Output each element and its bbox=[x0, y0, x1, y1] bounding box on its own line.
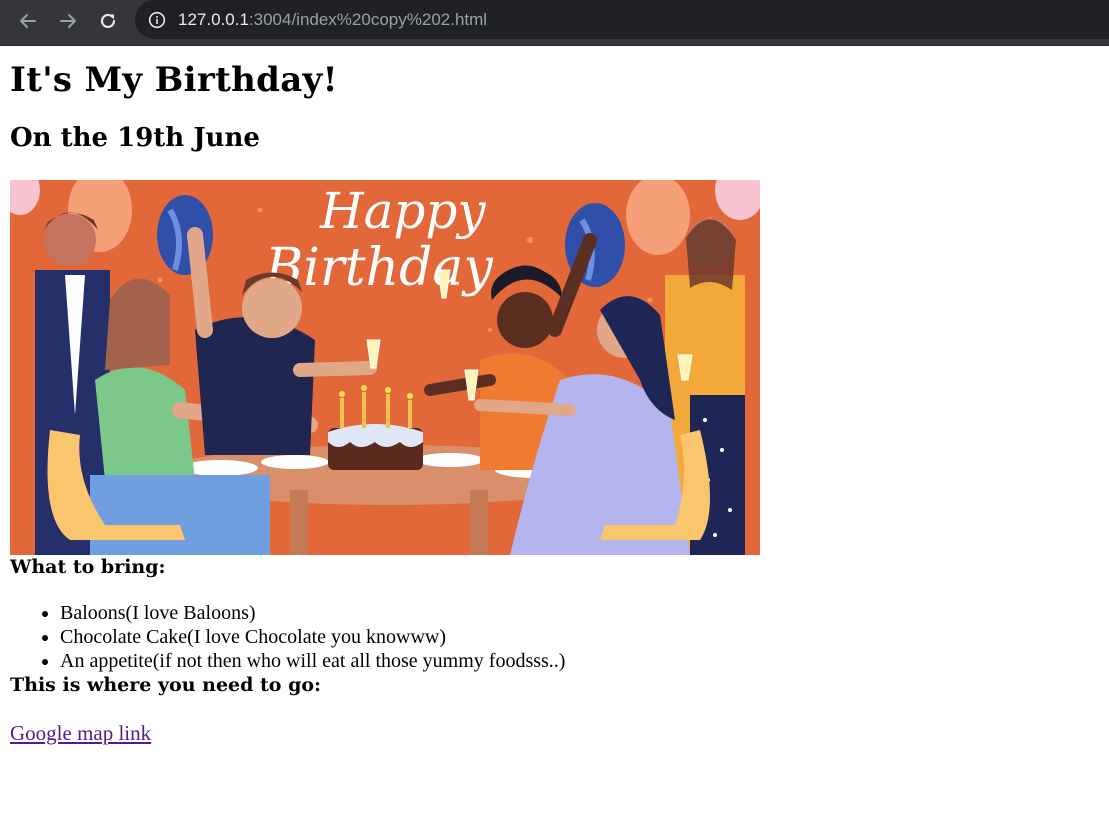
info-icon[interactable] bbox=[148, 11, 166, 29]
page-title: It's My Birthday! bbox=[10, 60, 338, 100]
bring-list: Baloons(I love Baloons) Chocolate Cake(I… bbox=[10, 601, 1099, 673]
birthday-party-image: Happy Birthday bbox=[10, 180, 760, 555]
reload-button[interactable] bbox=[94, 7, 122, 35]
banner-birthday-text: Birthday bbox=[264, 238, 493, 298]
list-item: Baloons(I love Baloons) bbox=[60, 601, 1099, 625]
arrow-left-icon bbox=[20, 14, 36, 28]
back-button[interactable] bbox=[14, 7, 42, 35]
page-content: It's My Birthday! On the 19th June Happy… bbox=[0, 58, 1109, 746]
forward-button[interactable] bbox=[54, 7, 82, 35]
where-heading: This is where you need to go: bbox=[10, 674, 322, 696]
bring-heading: What to bring: bbox=[10, 556, 166, 578]
reload-icon bbox=[100, 13, 116, 29]
url-text[interactable]: 127.0.0.1:3004/index%20copy%202.html bbox=[178, 10, 487, 30]
banner-happy-text: Happy bbox=[319, 182, 486, 240]
browser-toolbar: 127.0.0.1:3004/index%20copy%202.html bbox=[0, 0, 1109, 46]
list-item: Chocolate Cake(I love Chocolate you know… bbox=[60, 625, 1099, 649]
arrow-right-icon bbox=[60, 14, 76, 28]
address-bar[interactable]: 127.0.0.1:3004/index%20copy%202.html bbox=[135, 0, 1109, 39]
list-item: An appetite(if not then who will eat all… bbox=[60, 649, 1099, 673]
url-host: 127.0.0.1 bbox=[178, 9, 249, 29]
page-subtitle: On the 19th June bbox=[10, 123, 260, 153]
url-path: :3004/index%20copy%202.html bbox=[248, 9, 488, 29]
google-map-link[interactable]: Google map link bbox=[10, 721, 151, 746]
